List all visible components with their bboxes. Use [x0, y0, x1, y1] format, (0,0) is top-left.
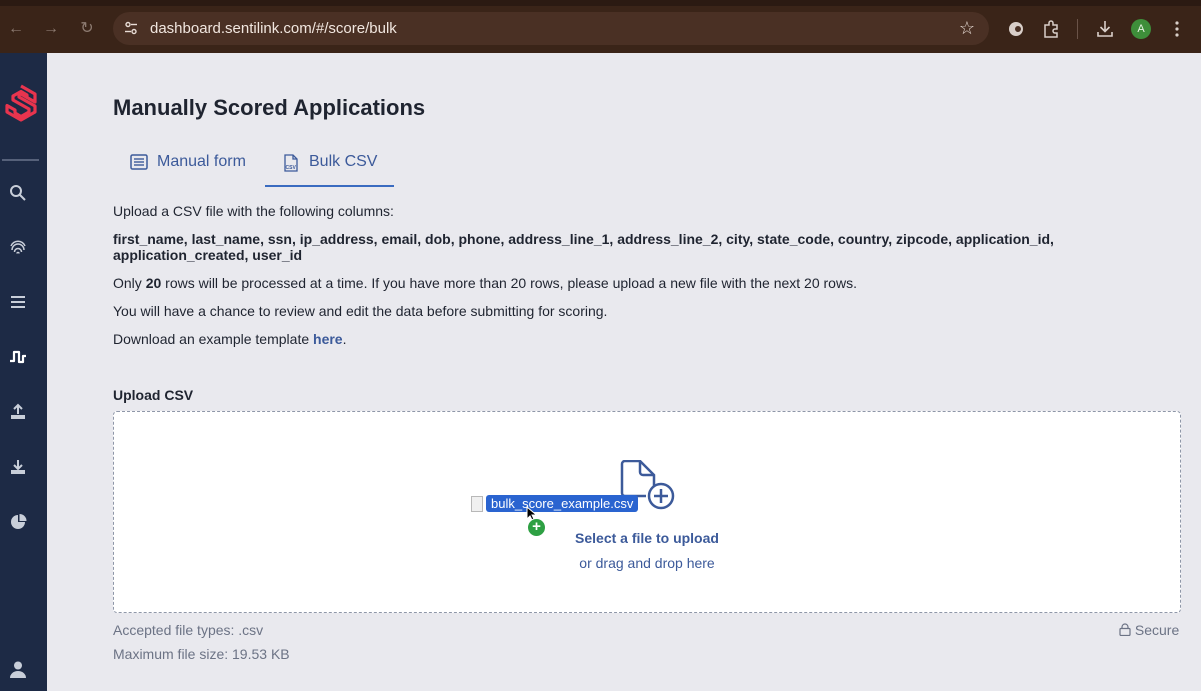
template-prefix: Download an example template [113, 331, 314, 347]
tab-manual-form-label: Manual form [157, 153, 246, 170]
puzzle-icon[interactable] [1040, 18, 1062, 40]
search-icon[interactable] [8, 183, 28, 203]
address-bar[interactable]: dashboard.sentilink.com/#/score/bulk ☆ [113, 12, 989, 45]
list-icon[interactable] [8, 292, 28, 312]
tab-strip [0, 0, 1201, 6]
toolbar-divider [1077, 19, 1078, 39]
rows-limit-suffix: rows will be processed at a time. If you… [161, 275, 857, 291]
secure-indicator: Secure [1119, 622, 1179, 638]
required-columns: first_name, last_name, ssn, ip_address, … [113, 231, 1054, 263]
rows-limit-count: 20 [145, 275, 162, 291]
upload-icon[interactable] [8, 402, 28, 422]
menu-dots-icon[interactable] [1166, 18, 1188, 40]
drag-drop-label: or drag and drop here [579, 555, 715, 571]
lock-icon [1119, 623, 1131, 637]
tab-bulk-csv-label: Bulk CSV [309, 153, 378, 170]
accepted-file-types: Accepted file types: .csv [113, 622, 264, 638]
main-content: Manually Scored Applications Manual form… [47, 53, 1201, 691]
template-suffix: . [342, 331, 347, 347]
form-icon [130, 154, 148, 170]
copy-plus-icon: + [527, 518, 546, 537]
user-icon[interactable] [8, 659, 28, 679]
browser-toolbar: ← → ↻ dashboard.sentilink.com/#/score/bu… [0, 0, 1201, 53]
intro-text: Upload a CSV file with the following col… [113, 203, 394, 219]
reload-icon[interactable]: ↻ [76, 18, 98, 40]
upload-label: Upload CSV [113, 387, 194, 403]
document-icon [471, 496, 483, 512]
download-icon[interactable] [1094, 18, 1116, 40]
drag-drop-text: or drag and drop here [114, 555, 1180, 571]
bookmark-star-icon[interactable]: ☆ [959, 18, 975, 39]
extension-icon[interactable] [1005, 18, 1027, 40]
max-file-size: Maximum file size: 19.53 KB [113, 646, 290, 662]
select-file-text[interactable]: Select a file to upload [114, 530, 1180, 546]
waveform-icon[interactable] [8, 347, 28, 367]
template-text: Download an example template here. [113, 331, 346, 347]
sidebar [0, 53, 47, 691]
download-icon[interactable] [8, 457, 28, 477]
review-note: You will have a chance to review and edi… [113, 303, 608, 319]
site-settings-icon[interactable] [123, 20, 139, 36]
back-icon[interactable]: ← [5, 18, 27, 40]
rows-limit-prefix: Only [113, 275, 146, 291]
svg-text:CSV: CSV [286, 165, 297, 171]
rows-limit-text: Only 20 rows will be processed at a time… [113, 275, 857, 291]
dragged-file[interactable]: bulk_score_example.csv [437, 495, 647, 515]
forward-icon[interactable]: → [40, 18, 62, 40]
csv-file-icon: CSV [284, 154, 298, 172]
sidebar-divider [2, 159, 39, 161]
sentilink-logo[interactable] [3, 83, 39, 123]
fingerprint-icon[interactable] [8, 237, 28, 257]
tab-bulk-csv[interactable]: CSV Bulk CSV [265, 151, 394, 187]
file-dropzone[interactable]: Select a file to upload or drag and drop… [113, 411, 1181, 613]
pie-chart-icon[interactable] [8, 512, 28, 532]
secure-label: Secure [1134, 622, 1180, 638]
url-text[interactable]: dashboard.sentilink.com/#/score/bulk [150, 20, 397, 37]
select-file-label: Select a file to upload [575, 530, 719, 546]
profile-avatar[interactable]: A [1131, 19, 1151, 39]
template-download-link[interactable]: here [313, 331, 343, 347]
dragged-file-name: bulk_score_example.csv [486, 495, 639, 512]
page-title: Manually Scored Applications [113, 95, 426, 120]
